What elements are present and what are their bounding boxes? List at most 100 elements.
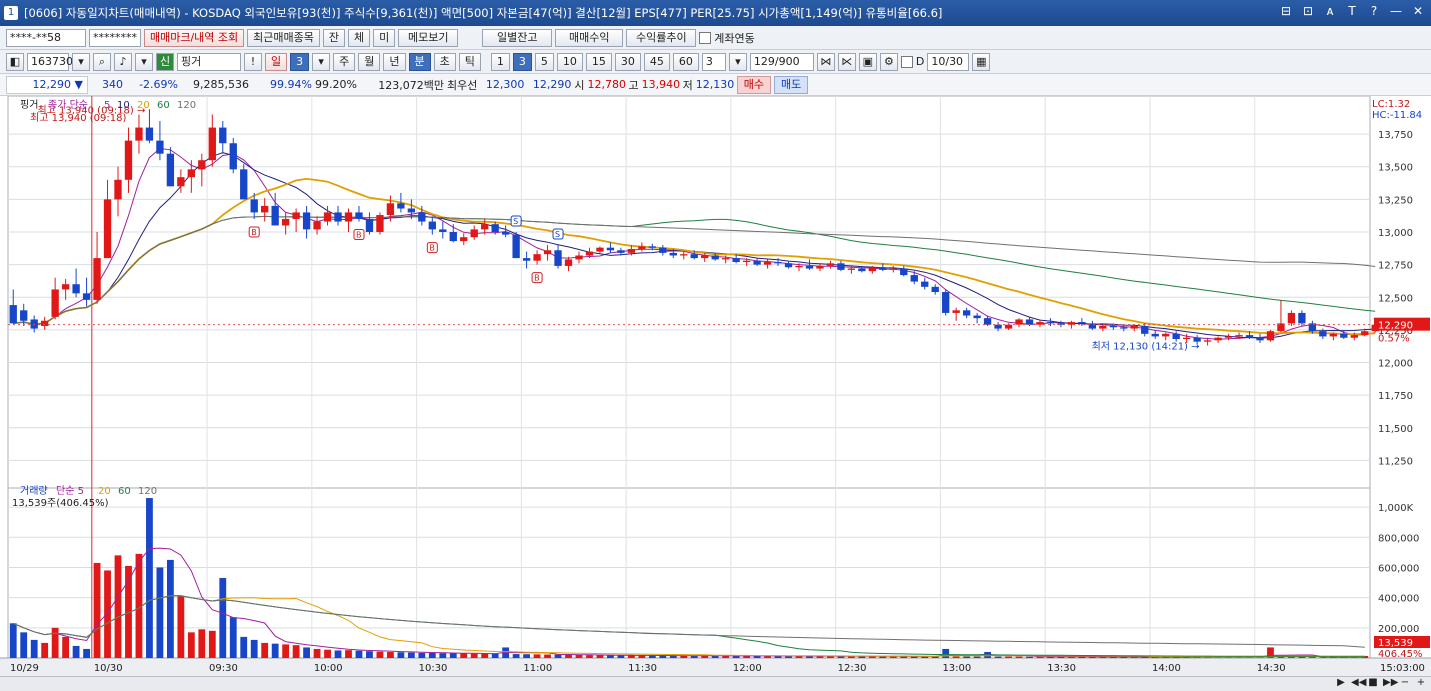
minute-30-button[interactable]: 30 bbox=[614, 52, 641, 71]
speaker-icon[interactable]: ♪ bbox=[114, 52, 132, 71]
memo-view-button[interactable]: 메모보기 bbox=[398, 28, 459, 47]
volume-bar bbox=[261, 642, 269, 658]
stock-list-icon[interactable]: ◧ bbox=[6, 52, 24, 71]
candle-body bbox=[1004, 324, 1013, 329]
candle-body bbox=[449, 232, 457, 242]
low-note: 최저 12,130 (14:21) → bbox=[1092, 341, 1200, 353]
stock-code-input[interactable]: 163730 bbox=[27, 52, 73, 71]
help-icon[interactable]: ? bbox=[1367, 4, 1381, 18]
candle-body bbox=[41, 320, 49, 326]
interval-input[interactable]: 3 bbox=[701, 52, 726, 71]
minute-3-button[interactable]: 3 bbox=[512, 52, 532, 71]
account-link-checkbox[interactable] bbox=[699, 31, 712, 44]
open-label: 시 bbox=[574, 78, 585, 92]
candle-body bbox=[973, 315, 981, 319]
minute-10-button[interactable]: 10 bbox=[556, 52, 583, 71]
price-legend-item: 5 bbox=[104, 100, 110, 111]
minute-45-button[interactable]: 45 bbox=[643, 52, 670, 71]
period-year-button[interactable]: 년 bbox=[383, 52, 406, 71]
minute-1-button[interactable]: 1 bbox=[490, 52, 510, 71]
minute-15-button[interactable]: 15 bbox=[585, 52, 612, 71]
period-month-button[interactable]: 월 bbox=[358, 52, 381, 71]
password-input[interactable]: ******** bbox=[89, 28, 141, 47]
text-size-icon[interactable]: T bbox=[1345, 4, 1359, 18]
volume-bar bbox=[366, 651, 373, 658]
minute-60-button[interactable]: 60 bbox=[672, 52, 699, 71]
dropdown-icon[interactable]: ▾ bbox=[728, 52, 747, 71]
restore-icon[interactable]: ⊟ bbox=[1279, 4, 1293, 18]
price-ma-5-line bbox=[13, 147, 1376, 340]
price-legend-item: 60 bbox=[157, 100, 170, 111]
period-day-button[interactable]: 일 bbox=[265, 52, 288, 71]
minimize-icon[interactable]: — bbox=[1389, 4, 1403, 18]
volume-bar bbox=[994, 656, 1002, 658]
volume-bar bbox=[282, 644, 290, 658]
candle-body bbox=[229, 143, 237, 170]
date-checkbox[interactable] bbox=[900, 55, 913, 68]
trade-mark-query-button[interactable]: 매매마크/내역 조회 bbox=[144, 28, 245, 47]
candle-body bbox=[847, 268, 856, 270]
period-second-button[interactable]: 초 bbox=[433, 52, 456, 71]
period-week-button[interactable]: 주 bbox=[333, 52, 356, 71]
volume-bar bbox=[565, 654, 572, 658]
balance-button[interactable]: 잔 bbox=[322, 28, 346, 47]
volume-bar bbox=[51, 627, 59, 658]
low-price: 12,130 bbox=[695, 78, 735, 91]
dropdown-icon[interactable]: ▾ bbox=[72, 52, 90, 71]
candle-body bbox=[638, 246, 646, 249]
period-tick-button[interactable]: 틱 bbox=[458, 52, 481, 71]
recent-trades-button[interactable]: 최근매매종목 bbox=[247, 28, 320, 47]
rewind-icon[interactable]: ◀◀ bbox=[1351, 677, 1366, 688]
daily-balance-button[interactable]: 일별잔고 bbox=[482, 28, 553, 47]
volume-bar bbox=[376, 651, 384, 658]
candle-body bbox=[103, 199, 112, 259]
date-input[interactable]: 10/30 bbox=[927, 52, 970, 71]
compare-icon[interactable]: ⋉ bbox=[837, 52, 856, 71]
candle-body bbox=[481, 224, 489, 230]
zoom-in-icon[interactable]: + bbox=[1415, 677, 1427, 688]
dropdown-icon[interactable]: ▾ bbox=[312, 52, 331, 71]
stock-chart[interactable]: B BBBSS최고 13,940 (09:18) →최저 12,130 (14:2… bbox=[0, 96, 1431, 676]
period-count-button[interactable]: 3 bbox=[290, 52, 310, 71]
save-icon[interactable]: ▣ bbox=[858, 52, 877, 71]
volume-bar bbox=[177, 596, 185, 658]
scroll-bar[interactable]: ▶ ◀◀ ■ ▶▶ − + bbox=[0, 676, 1431, 691]
font-icon[interactable]: ᴀ bbox=[1323, 4, 1337, 18]
gear-icon[interactable]: ⚙ bbox=[879, 52, 898, 71]
alert-icon[interactable]: ! bbox=[244, 52, 262, 71]
volume-bar bbox=[596, 655, 604, 658]
volume-bar bbox=[240, 636, 248, 658]
executed-button[interactable]: 체 bbox=[348, 28, 371, 47]
candle-body bbox=[82, 293, 91, 300]
volume-bar bbox=[544, 654, 551, 658]
indicator-icon[interactable]: ⋈ bbox=[816, 52, 835, 71]
unexecuted-button[interactable]: 미 bbox=[373, 28, 396, 47]
return-trend-button[interactable]: 수익률추이 bbox=[626, 28, 697, 47]
candle-body bbox=[543, 250, 552, 255]
volume-tick-label: 200,000 bbox=[1378, 624, 1419, 635]
zoom-out-icon[interactable]: − bbox=[1399, 677, 1411, 688]
account-input[interactable]: ****-**58 bbox=[6, 28, 86, 47]
stop-icon[interactable]: ■ bbox=[1367, 677, 1379, 688]
trade-profit-button[interactable]: 매매수익 bbox=[555, 28, 624, 47]
price-tick-label: 13,250 bbox=[1378, 195, 1413, 206]
volume-current-summary: 13,539주(406.45%) bbox=[12, 498, 109, 509]
bar-count-field[interactable]: 129/900 bbox=[749, 52, 814, 71]
period-minute-button[interactable]: 분 bbox=[408, 52, 431, 71]
candle-body bbox=[470, 229, 478, 238]
play-icon[interactable]: ▶ bbox=[1335, 677, 1347, 688]
candle-body bbox=[386, 203, 395, 216]
dropdown-icon[interactable]: ▾ bbox=[135, 52, 153, 71]
buy-button[interactable]: 매수 bbox=[736, 75, 771, 94]
maximize-icon[interactable]: ⊡ bbox=[1301, 4, 1315, 18]
search-icon[interactable]: ⌕ bbox=[93, 52, 111, 71]
candle-body bbox=[837, 263, 845, 270]
minute-5-button[interactable]: 5 bbox=[534, 52, 554, 71]
candle-body bbox=[428, 221, 436, 230]
sell-button[interactable]: 매도 bbox=[774, 75, 809, 94]
close-icon[interactable]: ✕ bbox=[1411, 4, 1425, 18]
forward-icon[interactable]: ▶▶ bbox=[1383, 677, 1398, 688]
calendar-icon[interactable]: ▦ bbox=[972, 52, 991, 71]
volume-bar bbox=[208, 630, 216, 658]
volume: 9,285,536 bbox=[193, 78, 249, 91]
